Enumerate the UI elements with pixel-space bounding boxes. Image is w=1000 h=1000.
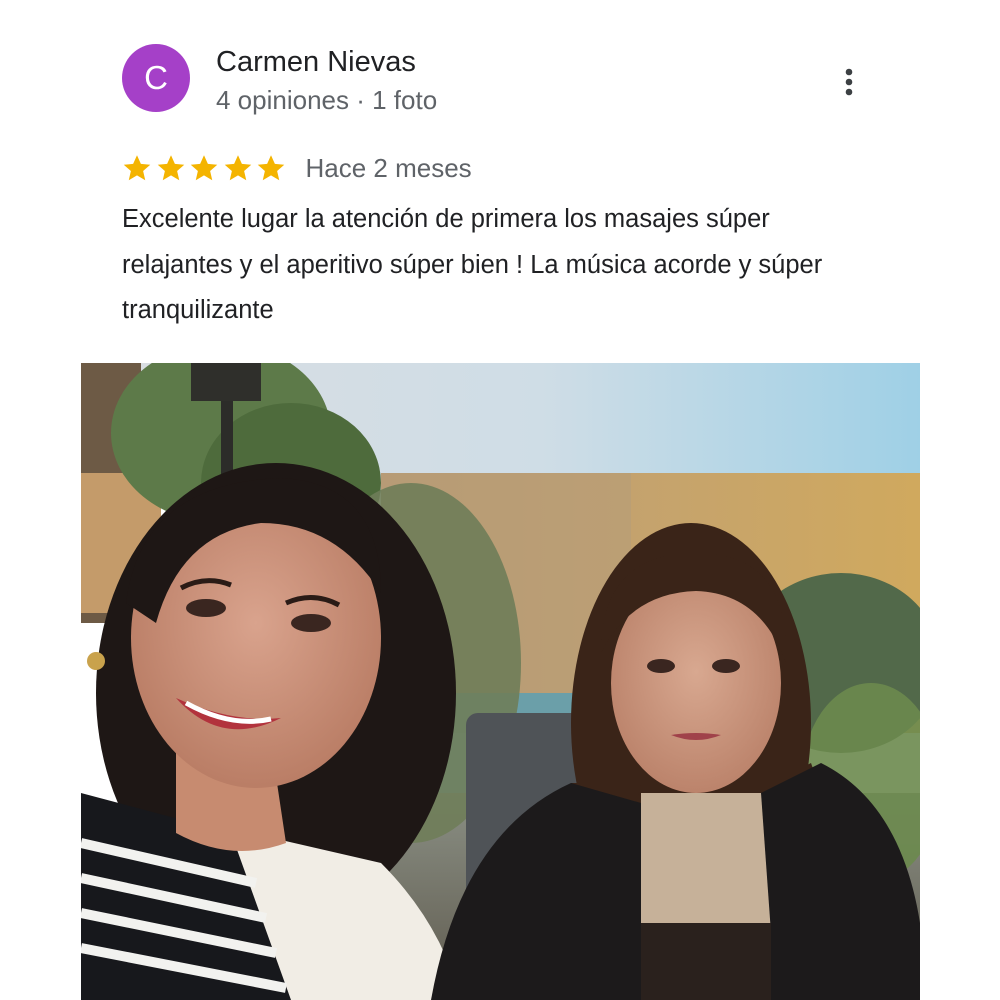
star-icon <box>190 155 218 181</box>
rating-row: Hace 2 meses <box>122 148 472 188</box>
author-name[interactable]: Carmen Nievas <box>216 42 416 82</box>
avatar[interactable]: C <box>122 44 190 112</box>
review-photo[interactable] <box>81 363 920 1000</box>
review-card: C Carmen Nievas 4 opiniones · 1 foto Hac… <box>81 0 920 1000</box>
review-text: Excelente lugar la atención de primera l… <box>122 205 823 324</box>
star-icon <box>224 155 251 181</box>
more-options-button[interactable] <box>829 62 869 102</box>
review-header: C Carmen Nievas 4 opiniones · 1 foto <box>81 0 920 130</box>
author-meta: 4 opiniones · 1 foto <box>216 85 438 115</box>
more-vert-icon <box>845 68 853 96</box>
star-icon <box>123 155 151 181</box>
star-icon <box>157 155 184 181</box>
review-date: Hace 2 meses <box>305 153 472 183</box>
star-rating <box>122 153 290 183</box>
star-icon <box>257 155 285 181</box>
